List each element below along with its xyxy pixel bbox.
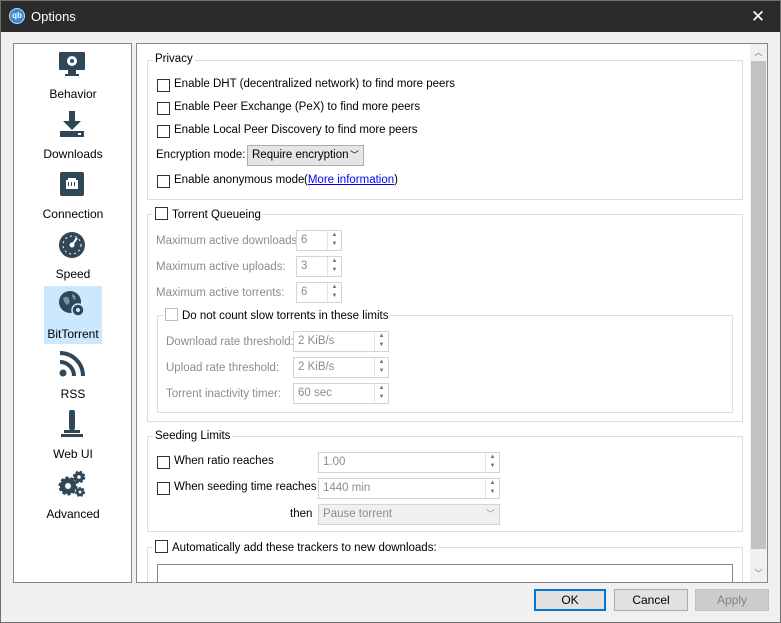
enable-dht-checkbox[interactable]	[157, 79, 170, 92]
sidebar-item-label: Downloads	[43, 147, 103, 161]
max-active-uploads-spinbox[interactable]: 3 ▲ ▼	[296, 256, 342, 277]
encryption-mode-select[interactable]: Require encryption ﹀	[247, 145, 364, 166]
vertical-scrollbar[interactable]: ︿ ﹀	[750, 44, 767, 582]
trackers-textarea[interactable]	[157, 564, 733, 582]
upload-rate-threshold-label: Upload rate threshold:	[166, 362, 280, 374]
max-active-torrents-value: 6	[301, 286, 308, 298]
spin-arrows-icon[interactable]: ▲ ▼	[485, 479, 499, 498]
enable-pex-checkbox[interactable]	[157, 102, 170, 115]
max-active-uploads-value: 3	[301, 260, 308, 272]
max-active-torrents-label: Maximum active torrents:	[156, 287, 285, 299]
sidebar-item-label: RSS	[60, 387, 86, 401]
download-rate-threshold-value: 2 KiB/s	[298, 335, 335, 347]
max-active-downloads-value: 6	[301, 234, 308, 246]
enable-lpd-checkbox[interactable]	[157, 125, 170, 138]
encryption-mode-value: Require encryption	[252, 149, 349, 161]
auto-add-trackers-label: Automatically add these trackers to new …	[172, 542, 437, 554]
seeding-time-value: 1440 min	[323, 482, 371, 494]
anonymous-mode-checkbox[interactable]	[157, 175, 170, 188]
privacy-group-title: Privacy	[153, 53, 195, 65]
paren-close: )	[394, 174, 398, 186]
torrent-inactivity-timer-value: 60 sec	[298, 387, 332, 399]
sidebar-item-label: BitTorrent	[47, 327, 99, 341]
auto-add-trackers-checkbox[interactable]	[155, 540, 168, 553]
sidebar-item-behavior[interactable]: Behavior	[44, 46, 102, 104]
seeding-time-spinbox[interactable]: 1440 min ▲ ▼	[318, 478, 500, 499]
sidebar-item-label: Behavior	[49, 87, 97, 101]
spin-arrows-icon[interactable]: ▲ ▼	[327, 231, 341, 250]
sidebar-item-label: Speed	[55, 267, 91, 281]
ratio-limit-value: 1.00	[323, 456, 346, 468]
title-bar[interactable]: qb Options ✕	[1, 1, 780, 32]
then-label: then	[290, 508, 313, 520]
seeding-time-label: When seeding time reaches	[174, 481, 317, 493]
spin-arrows-icon[interactable]: ▲ ▼	[374, 332, 388, 351]
spin-arrows-icon[interactable]: ▲ ▼	[327, 257, 341, 276]
sidebar-item-label: Web UI	[53, 447, 93, 461]
spin-arrows-icon[interactable]: ▲ ▼	[485, 453, 499, 472]
spin-arrows-icon[interactable]: ▲ ▼	[374, 384, 388, 403]
upload-rate-threshold-spinbox[interactable]: 2 KiB/s ▲ ▼	[293, 357, 389, 378]
enable-lpd-label: Enable Local Peer Discovery to find more…	[174, 124, 418, 136]
sidebar-item-speed[interactable]: Speed	[44, 226, 102, 284]
sidebar-item-label: Connection	[42, 207, 104, 221]
category-sidebar: Behavior Downloads Connection Speed BitT…	[13, 43, 132, 583]
sidebar-item-web-ui[interactable]: Web UI	[44, 406, 102, 464]
gears-icon	[58, 470, 86, 497]
sidebar-item-downloads[interactable]: Downloads	[43, 106, 103, 164]
slow-torrents-checkbox[interactable]	[165, 308, 178, 321]
scrollbar-thumb[interactable]	[751, 61, 766, 549]
torrent-queueing-title: Torrent Queueing	[172, 209, 261, 221]
apply-button[interactable]: Apply	[695, 589, 769, 611]
max-active-torrents-spinbox[interactable]: 6 ▲ ▼	[296, 282, 342, 303]
window-title: Options	[31, 9, 76, 24]
close-icon[interactable]: ✕	[736, 1, 780, 32]
sidebar-item-bittorrent[interactable]: BitTorrent	[44, 286, 102, 344]
max-active-downloads-spinbox[interactable]: 6 ▲ ▼	[296, 230, 342, 251]
ok-button[interactable]: OK	[534, 589, 606, 611]
web-ui-icon	[61, 410, 83, 437]
upload-rate-threshold-value: 2 KiB/s	[298, 361, 335, 373]
sidebar-item-rss[interactable]: RSS	[44, 346, 102, 404]
spin-arrows-icon[interactable]: ▲ ▼	[327, 283, 341, 302]
enable-pex-label: Enable Peer Exchange (PeX) to find more …	[174, 101, 421, 113]
bittorrent-settings-panel[interactable]: Privacy Enable DHT (decentralized networ…	[136, 43, 768, 583]
download-rate-threshold-spinbox[interactable]: 2 KiB/s ▲ ▼	[293, 331, 389, 352]
ratio-limit-spinbox[interactable]: 1.00 ▲ ▼	[318, 452, 500, 473]
speedometer-icon	[59, 232, 85, 258]
download-rate-threshold-label: Download rate threshold:	[166, 336, 294, 348]
monitor-gear-icon	[59, 52, 85, 76]
torrent-queueing-checkbox[interactable]	[155, 207, 168, 220]
qbittorrent-logo-icon: qb	[9, 8, 25, 24]
seeding-action-value: Pause torrent	[323, 508, 393, 520]
sidebar-item-label: Advanced	[46, 507, 100, 521]
ratio-limit-checkbox[interactable]	[157, 456, 170, 469]
torrent-inactivity-timer-label: Torrent inactivity timer:	[166, 388, 282, 400]
seeding-action-select[interactable]: Pause torrent ﹀	[318, 504, 500, 525]
sidebar-item-advanced[interactable]: Advanced	[44, 466, 102, 524]
ratio-limit-label: When ratio reaches	[174, 455, 274, 467]
globe-gear-icon	[59, 291, 85, 317]
network-port-icon	[60, 172, 84, 196]
max-active-uploads-label: Maximum active uploads:	[156, 261, 286, 273]
chevron-down-icon: ﹀	[485, 509, 495, 519]
encryption-mode-label: Encryption mode:	[156, 149, 246, 161]
cancel-button[interactable]: Cancel	[614, 589, 688, 611]
chevron-down-icon: ﹀	[349, 150, 359, 160]
enable-dht-label: Enable DHT (decentralized network) to fi…	[174, 78, 456, 90]
rss-icon	[59, 351, 85, 377]
seeding-limits-title: Seeding Limits	[153, 430, 233, 442]
more-information-link[interactable]: More information	[308, 174, 394, 186]
scroll-down-icon[interactable]: ﹀	[750, 565, 767, 582]
download-icon	[60, 111, 84, 137]
options-window: qb Options ✕ Behavior Downloads Connecti…	[0, 0, 781, 623]
seeding-time-checkbox[interactable]	[157, 482, 170, 495]
sidebar-item-connection[interactable]: Connection	[43, 166, 103, 224]
max-active-downloads-label: Maximum active downloads:	[156, 235, 301, 247]
torrent-inactivity-timer-spinbox[interactable]: 60 sec ▲ ▼	[293, 383, 389, 404]
anonymous-mode-label: Enable anonymous mode	[174, 174, 305, 186]
slow-torrents-title: Do not count slow torrents in these limi…	[182, 310, 389, 322]
spin-arrows-icon[interactable]: ▲ ▼	[374, 358, 388, 377]
scroll-up-icon[interactable]: ︿	[750, 44, 767, 61]
